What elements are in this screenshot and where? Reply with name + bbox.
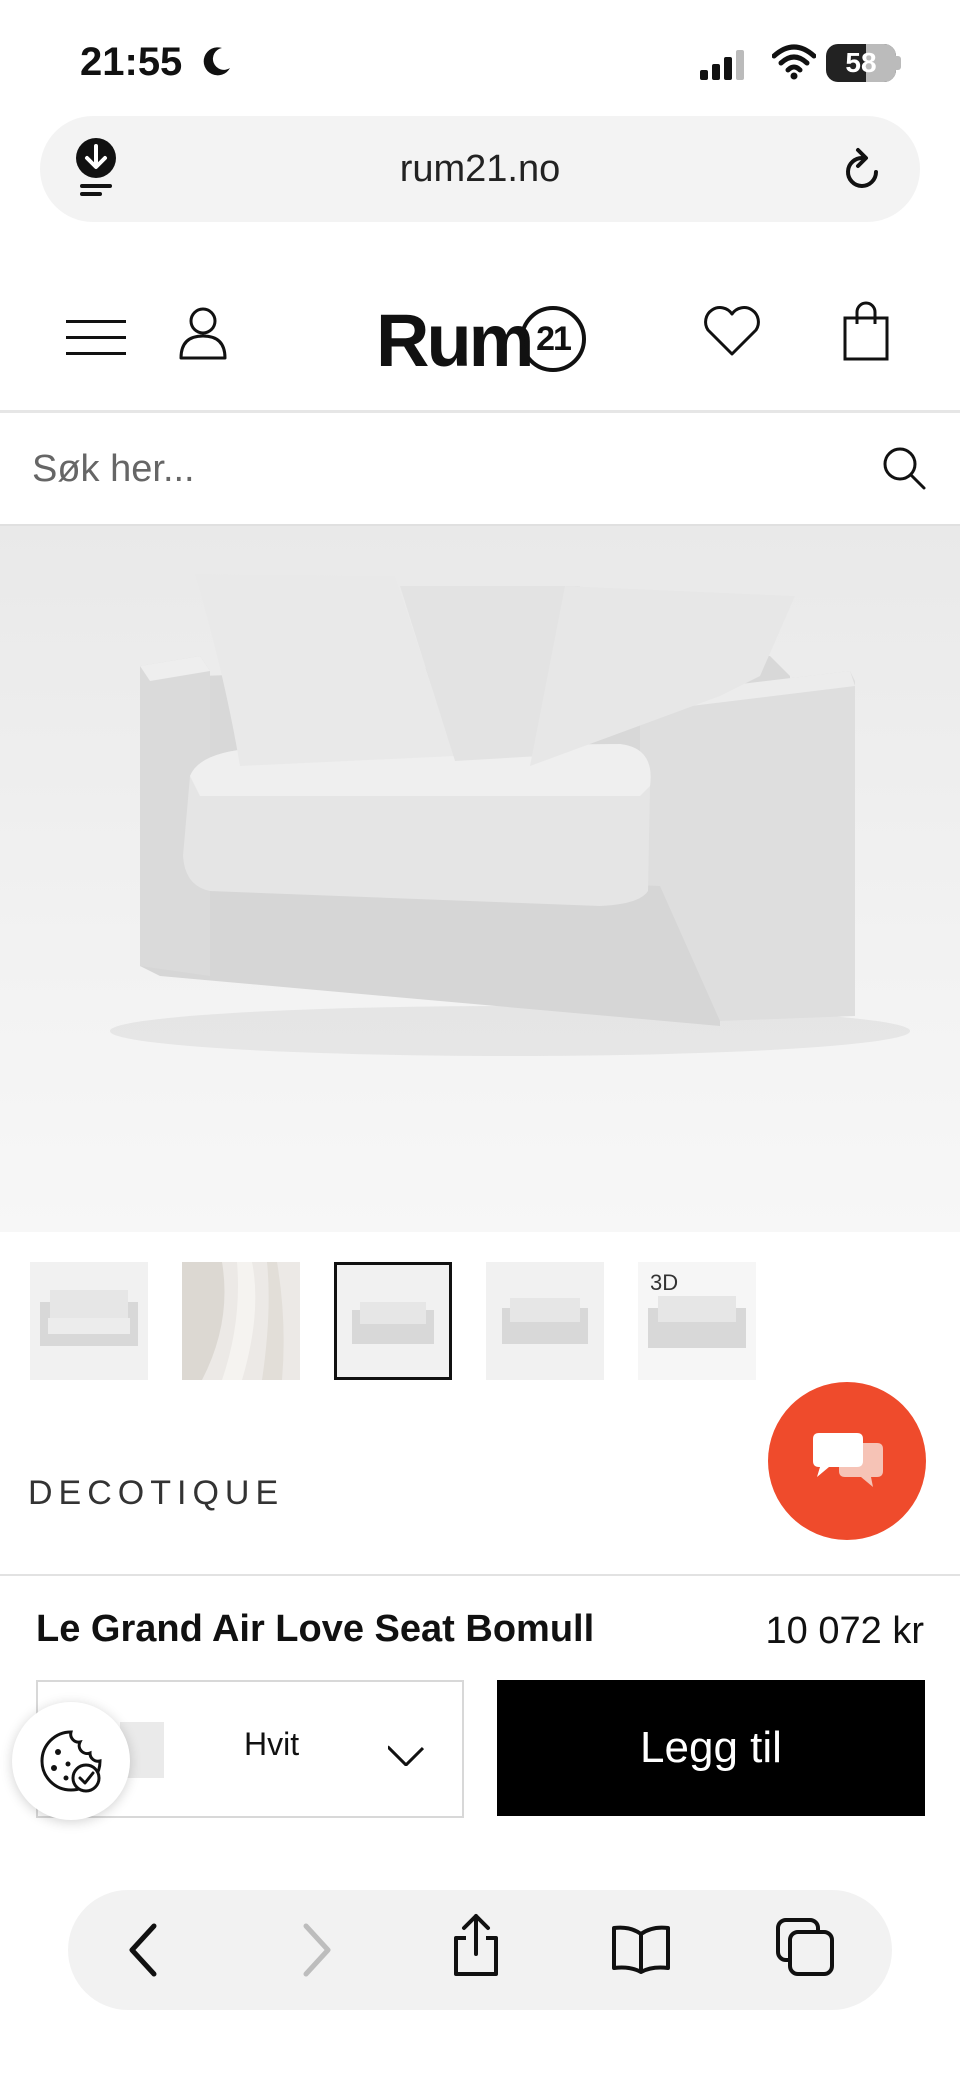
reload-icon[interactable] [842,146,884,192]
product-name: Le Grand Air Love Seat Bomull [36,1608,595,1650]
forward-icon[interactable] [296,1922,336,1978]
thumbnail-3d[interactable]: 3D [638,1262,756,1380]
battery-tip [896,56,901,70]
product-image[interactable] [0,526,960,1232]
shopping-bag-icon[interactable] [842,300,890,362]
sofa-illustration [110,574,910,1056]
brand-name[interactable]: DECOTIQUE [28,1474,284,1513]
search-icon[interactable] [880,444,928,492]
arrow-down-icon[interactable] [388,1730,424,1766]
3d-badge: 3D [650,1270,679,1295]
site-logo[interactable]: Rum [376,298,534,383]
download-icon[interactable] [72,136,120,198]
bookmarks-icon[interactable] [610,1924,672,1974]
site-logo-badge[interactable]: 21 [520,306,586,372]
product-price: 10 072 kr [765,1610,924,1652]
thumbnail-1[interactable] [30,1262,148,1380]
moon-icon [203,47,230,76]
url-text[interactable]: rum21.no [0,116,960,222]
back-icon[interactable] [124,1922,164,1978]
user-icon[interactable] [178,306,228,360]
add-to-cart-button[interactable]: Legg til [497,1680,925,1816]
tabs-icon[interactable] [774,1916,836,1978]
battery-indicator: 58 [826,44,896,82]
thumbnail-3[interactable] [334,1262,452,1380]
chat-button[interactable] [768,1382,926,1540]
chat-icon [813,1433,883,1487]
cookie-settings-button[interactable] [12,1702,130,1820]
thumbnail-4[interactable] [486,1262,604,1380]
signal-icon [700,50,744,80]
thumbnail-2[interactable] [182,1262,300,1380]
variant-label[interactable]: Hvit [244,1726,299,1763]
cookie-icon [40,1730,102,1793]
divider [0,1574,960,1576]
heart-icon[interactable] [702,304,762,358]
status-time: 21:55 [80,40,183,84]
share-icon[interactable] [448,1910,504,1980]
menu-icon[interactable] [66,318,126,358]
search-input[interactable] [30,430,854,508]
wifi-icon [772,44,816,80]
